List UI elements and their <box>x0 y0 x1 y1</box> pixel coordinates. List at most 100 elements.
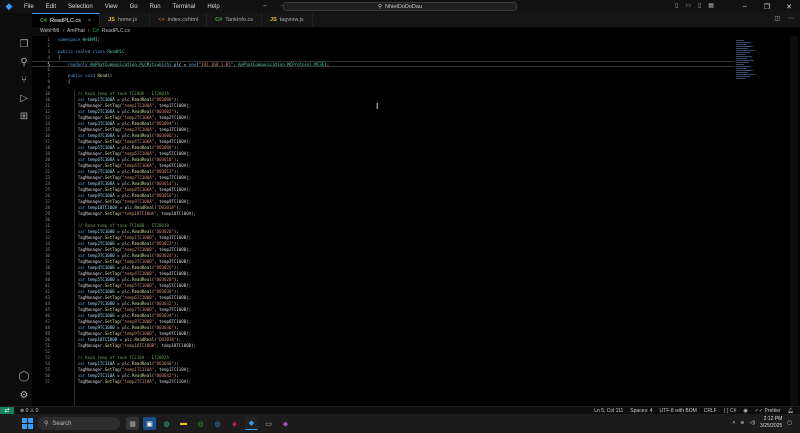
code-line[interactable]: 57 TagManager.SetTag("temp2TC110A", temp… <box>32 379 734 385</box>
tab-tagview-js[interactable]: JS tagview.js <box>262 13 313 27</box>
account-icon[interactable]: ◯ <box>17 369 31 383</box>
search-icon[interactable]: ⚲ <box>17 55 31 69</box>
csharp-file-icon: C# <box>92 28 99 34</box>
minimap-line <box>736 48 748 49</box>
media-app-icon[interactable]: ◈ <box>228 417 241 430</box>
cursor-position[interactable]: Ln 5, Col 111 <box>594 408 623 414</box>
tab-tankinfo-cs[interactable]: C# TankInfo.cs <box>207 13 263 27</box>
minimize-button[interactable]: – <box>734 3 756 10</box>
windows-start-icon[interactable] <box>22 418 33 429</box>
chevron-up-icon[interactable]: ˄ <box>732 420 735 426</box>
source-control-icon[interactable]: ⑂ <box>17 73 31 87</box>
visual-studio-icon[interactable]: ◆ <box>279 417 292 430</box>
menu-item-run[interactable]: Run <box>144 4 167 10</box>
tab-label: TankInfo.cs <box>225 17 254 23</box>
split-editor-icon[interactable]: ◫ <box>774 15 780 22</box>
command-center-search[interactable]: ⚲ NhietDoDoDau <box>283 2 517 11</box>
vscode-logo-icon: ◆ <box>5 1 13 11</box>
taskbar-apps: ▦ ▣ ◍ ▬ ◎ ◎ ◈ ◆ ▭ ◆ <box>126 417 292 430</box>
end-of-line[interactable]: CRLF <box>704 408 717 414</box>
tab-index-cshtml[interactable]: <> index.cshtml <box>150 13 208 27</box>
tab-readplc-cs[interactable]: C# ReadPLC.cs × <box>32 13 101 27</box>
minimap-line <box>736 54 745 55</box>
menu-item-go[interactable]: Go <box>124 4 144 10</box>
encoding[interactable]: UTF-8 with BOM <box>660 408 697 414</box>
clock-date: 3/25/2025 <box>760 423 783 429</box>
more-actions-icon[interactable]: ⋯ <box>788 15 794 22</box>
javascript-file-icon: JS <box>108 17 115 23</box>
menu-item-edit[interactable]: Edit <box>40 4 62 10</box>
breadcrumb-item[interactable]: ReadPLC.cs <box>102 28 130 36</box>
breadcrumb-item[interactable]: WebHMI <box>40 28 59 36</box>
indentation[interactable]: Spaces: 4 <box>630 408 652 414</box>
minimap-line <box>736 64 744 65</box>
copilot-icon[interactable]: ◉ <box>743 408 747 414</box>
menu-item-help[interactable]: Help <box>201 4 225 10</box>
toggle-panel-icon[interactable]: ▭ <box>685 2 691 9</box>
csharp-file-icon: C# <box>40 17 48 24</box>
status-bar: ⇄ ⊗ 0 ⚠ 0 Ln 5, Col 111 Spaces: 4 UTF-8 … <box>0 406 800 415</box>
javascript-file-icon: JS <box>270 17 277 23</box>
vscode-taskbar-icon[interactable]: ◆ <box>245 417 258 430</box>
window-controls: – ❐ ✕ <box>734 0 800 13</box>
chrome-browser-icon[interactable]: ◎ <box>194 417 207 430</box>
minimap-line <box>736 40 744 41</box>
chrome-dev-icon[interactable]: ◎ <box>211 417 224 430</box>
code-text: TagManager.SetTag("temp2TC110A", temp2TC… <box>58 379 192 384</box>
maximize-button[interactable]: ❐ <box>756 3 778 11</box>
csharp-file-icon: C# <box>215 17 223 23</box>
line-number: 57 <box>45 379 50 384</box>
language-label: C# <box>729 407 737 414</box>
mouse-cursor-icon: I <box>376 102 379 111</box>
html-file-icon: <> <box>158 17 165 23</box>
notification-center-icon[interactable]: ▢ <box>787 420 792 426</box>
terminal-icon[interactable]: ▭ <box>262 417 275 430</box>
minimap-line <box>736 58 747 59</box>
system-tray: ˄ ≋ ◁) 2:12 PM 3/25/2025 ▢ <box>732 416 792 430</box>
clock[interactable]: 2:12 PM 3/25/2025 <box>760 416 782 430</box>
file-explorer-icon[interactable]: ▬ <box>177 417 190 430</box>
search-icon: ⚲ <box>377 3 383 10</box>
toggle-secondary-sidebar-icon[interactable]: ▯ <box>698 2 701 9</box>
tab-home-js[interactable]: JS home.js <box>100 13 151 27</box>
settings-gear-icon[interactable]: ⚙ <box>17 388 31 402</box>
menu-item-terminal[interactable]: Terminal <box>167 4 202 10</box>
minimap[interactable] <box>736 40 756 80</box>
edge-browser-icon[interactable]: ◍ <box>160 417 173 430</box>
clock-time: 2:12 PM <box>763 416 783 422</box>
problems-indicator[interactable]: ⊗ 0 ⚠ 0 <box>20 408 38 414</box>
menu-item-selection[interactable]: Selection <box>62 4 99 10</box>
task-view-icon[interactable]: ▣ <box>143 417 156 430</box>
minimap-line <box>736 68 746 69</box>
run-debug-icon[interactable]: ▷ <box>17 91 31 105</box>
volume-icon[interactable]: ◁) <box>750 420 756 426</box>
notifications-bell-icon[interactable]: 🔔︎ <box>788 408 794 414</box>
prettier-label: Prettier <box>764 407 781 414</box>
chevron-right-icon: › <box>87 28 90 34</box>
code-editor[interactable]: 1 namespace WebHMI; 2 3 public sealed class … <box>32 36 734 406</box>
toggle-sidebar-icon[interactable]: ▯ <box>675 2 678 9</box>
tab-label: index.cshtml <box>167 17 199 23</box>
menu-item-file[interactable]: File <box>18 4 40 10</box>
close-button[interactable]: ✕ <box>778 3 800 11</box>
breadcrumb-item[interactable]: AmPhat <box>67 28 85 36</box>
extensions-icon[interactable]: ⊞ <box>17 109 31 123</box>
prettier-status[interactable]: ✓✓ Prettier <box>755 408 781 414</box>
editor-actions: ◫ ⋯ <box>774 15 794 22</box>
breadcrumb: WebHMI › AmPhat › C# ReadPLC.cs <box>40 28 130 36</box>
explorer-icon[interactable]: ❐ <box>17 37 31 51</box>
tab-label: tagview.js <box>279 17 304 23</box>
minimap-line <box>736 72 748 73</box>
widgets-icon[interactable]: ▦ <box>126 417 139 430</box>
taskbar-search[interactable]: ⚲ Search <box>38 417 120 430</box>
close-tab-icon[interactable]: × <box>88 18 91 24</box>
editor-scrollbar[interactable] <box>790 36 798 406</box>
language-mode[interactable]: { } C# <box>724 408 737 414</box>
minimap-line <box>736 42 751 43</box>
menu-item-view[interactable]: View <box>99 4 124 10</box>
minimap-line <box>736 60 754 61</box>
wifi-icon[interactable]: ≋ <box>740 420 744 426</box>
back-arrow-icon[interactable]: ← <box>262 2 269 9</box>
taskbar-search-label: Search <box>52 420 72 427</box>
customize-layout-icon[interactable]: ▦ <box>708 2 714 9</box>
